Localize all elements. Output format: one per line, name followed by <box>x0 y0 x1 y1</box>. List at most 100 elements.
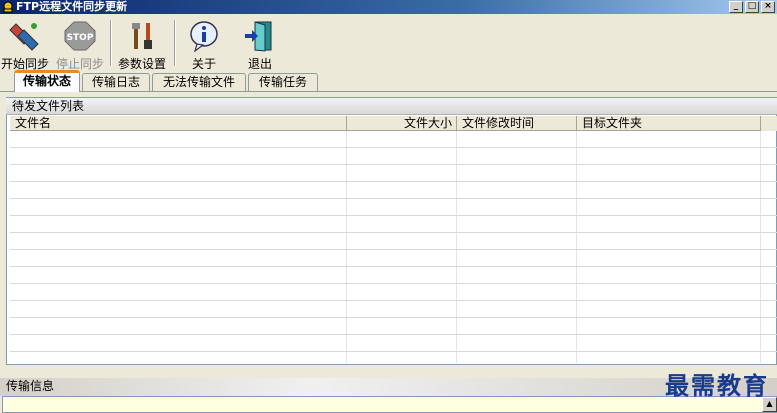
exit-door-icon <box>245 21 272 52</box>
close-button[interactable]: × <box>761 1 775 13</box>
table-cell <box>347 148 457 164</box>
table-cell <box>577 216 761 232</box>
column-header-modified-time[interactable]: 文件修改时间 <box>457 116 577 131</box>
table-cell <box>347 199 457 215</box>
table-cell <box>457 284 577 300</box>
column-header-target-folder[interactable]: 目标文件夹 <box>577 116 761 131</box>
table-cell <box>577 182 761 198</box>
table-cell <box>577 284 761 300</box>
table-cell <box>577 148 761 164</box>
info-icon <box>190 21 218 52</box>
table-row[interactable] <box>10 250 777 267</box>
table-row[interactable] <box>10 284 777 301</box>
table-cell <box>347 335 457 351</box>
about-button[interactable]: 关于 <box>182 18 226 71</box>
table-cell <box>347 352 457 363</box>
app-icon <box>3 1 13 13</box>
table-cell <box>10 301 347 317</box>
maximize-button[interactable]: □ <box>745 1 759 13</box>
table-row[interactable] <box>10 233 777 250</box>
table-cell <box>10 352 347 363</box>
table-cell <box>10 267 347 283</box>
table-cell <box>10 335 347 351</box>
tab-divider <box>0 91 777 92</box>
table-cell <box>457 267 577 283</box>
toolbar: 开始同步 STOP 停止同步 参数设置 关于 退出 <box>0 14 777 71</box>
title-bar: FTP远程文件同步更新 _ □ × <box>0 0 777 14</box>
tab-strip: 传输状态 传输日志 无法传输文件 传输任务 <box>0 70 777 92</box>
transfer-info-body <box>2 396 777 413</box>
window-title: FTP远程文件同步更新 <box>16 0 128 13</box>
table-cell <box>347 250 457 266</box>
table-cell <box>457 318 577 334</box>
table-row[interactable] <box>10 318 777 335</box>
table-row[interactable] <box>10 182 777 199</box>
table-cell <box>457 250 577 266</box>
table-cell <box>577 301 761 317</box>
toolbar-separator <box>174 20 176 66</box>
table-row[interactable] <box>10 148 777 165</box>
table-cell <box>10 148 347 164</box>
table-cell <box>347 301 457 317</box>
pending-files-caption: 待发文件列表 <box>6 98 777 115</box>
table-row[interactable] <box>10 352 777 363</box>
table-row[interactable] <box>10 216 777 233</box>
table-cell <box>347 131 457 147</box>
table-row[interactable] <box>10 267 777 284</box>
table-cell <box>577 335 761 351</box>
table-cell <box>10 182 347 198</box>
start-sync-button[interactable]: 开始同步 <box>0 18 50 71</box>
table-cell <box>457 148 577 164</box>
table-cell <box>10 131 347 147</box>
transfer-info-caption: 传输信息 <box>0 378 777 396</box>
table-row[interactable] <box>10 199 777 216</box>
table-cell <box>10 199 347 215</box>
table-cell <box>347 216 457 232</box>
table-cell <box>347 284 457 300</box>
table-cell <box>457 131 577 147</box>
table-row[interactable] <box>10 165 777 182</box>
tab-failed-files[interactable]: 无法传输文件 <box>152 73 246 91</box>
tab-transfer-tasks[interactable]: 传输任务 <box>248 73 318 91</box>
table-cell <box>577 352 761 363</box>
tools-icon <box>132 23 152 49</box>
column-header-filesize[interactable]: 文件大小 <box>347 116 457 131</box>
pending-files-list[interactable] <box>10 131 777 363</box>
table-cell <box>457 182 577 198</box>
stop-sync-button[interactable]: STOP 停止同步 <box>54 18 106 71</box>
table-cell <box>457 199 577 215</box>
table-cell <box>577 233 761 249</box>
scroll-up-button[interactable]: ▲ <box>762 397 777 412</box>
table-row[interactable] <box>10 131 777 148</box>
table-cell <box>457 233 577 249</box>
svg-text:STOP: STOP <box>67 33 94 43</box>
table-cell <box>577 131 761 147</box>
tab-transfer-log[interactable]: 传输日志 <box>82 73 150 91</box>
stop-icon: STOP <box>64 21 96 51</box>
settings-button[interactable]: 参数设置 <box>116 18 168 71</box>
table-cell <box>347 267 457 283</box>
table-cell <box>10 165 347 181</box>
table-cell <box>347 182 457 198</box>
exit-button[interactable]: 退出 <box>238 18 282 71</box>
table-cell <box>577 267 761 283</box>
table-cell <box>347 165 457 181</box>
table-cell <box>577 250 761 266</box>
table-cell <box>577 165 761 181</box>
table-cell <box>457 301 577 317</box>
table-row[interactable] <box>10 335 777 352</box>
table-cell <box>10 233 347 249</box>
table-cell <box>457 335 577 351</box>
column-header-filename[interactable]: 文件名 <box>10 116 347 131</box>
tab-transfer-status[interactable]: 传输状态 <box>14 70 80 92</box>
table-row[interactable] <box>10 301 777 318</box>
table-cell <box>577 318 761 334</box>
table-cell <box>577 199 761 215</box>
table-cell <box>10 284 347 300</box>
watermark: 最需教育 <box>665 371 769 400</box>
minimize-button[interactable]: _ <box>729 1 743 13</box>
table-cell <box>10 216 347 232</box>
table-cell <box>457 352 577 363</box>
table-cell <box>457 216 577 232</box>
toolbar-separator <box>110 20 112 66</box>
